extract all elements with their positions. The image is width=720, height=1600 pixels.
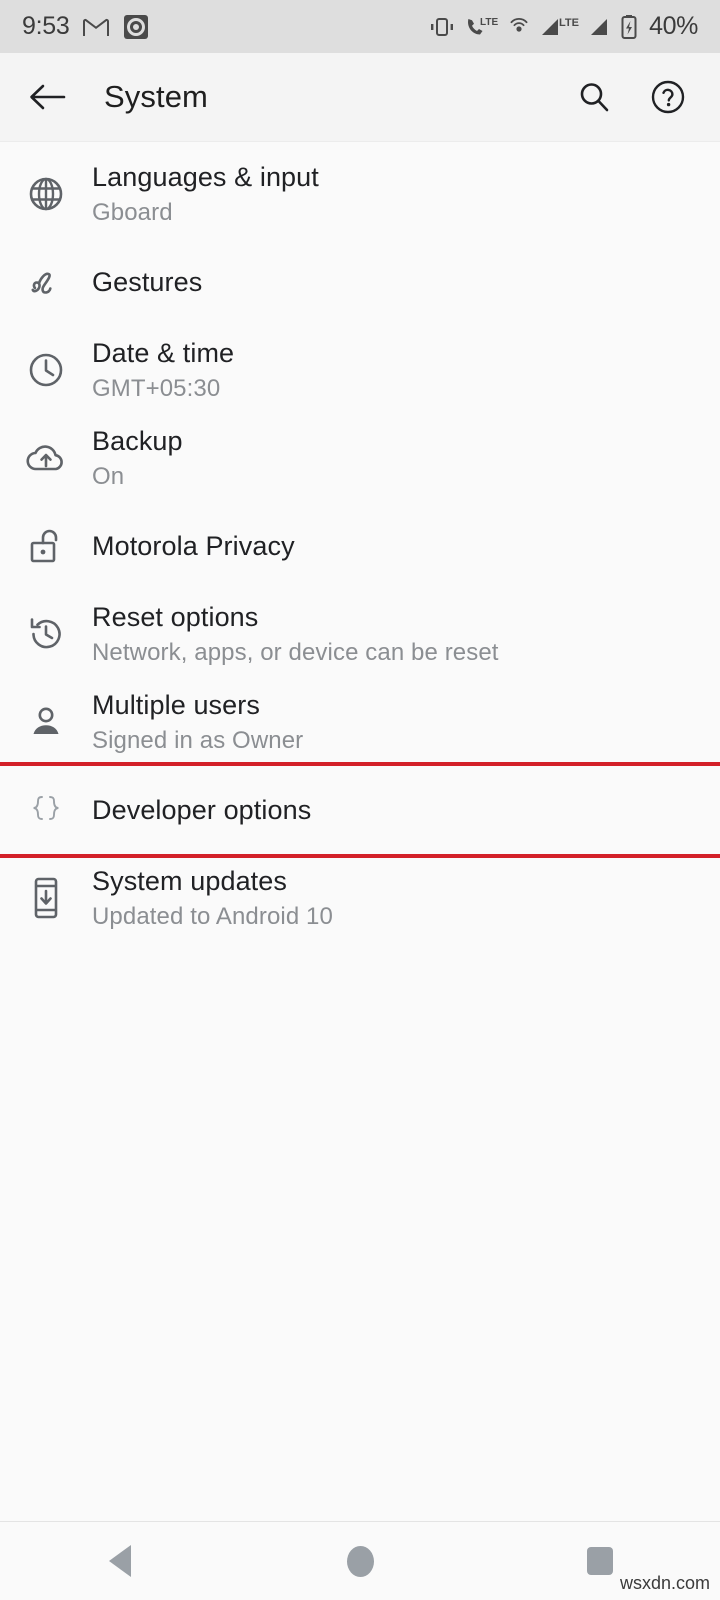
nav-home-icon	[346, 1545, 374, 1577]
phone-lte-icon: LTE	[468, 17, 498, 34]
nav-back-icon	[109, 1545, 131, 1577]
svg-text:LTE: LTE	[480, 17, 498, 28]
list-item-subtitle: Updated to Android 10	[92, 902, 333, 930]
search-button[interactable]	[568, 71, 620, 123]
battery-charging-icon	[621, 14, 637, 39]
app-bar: System	[0, 53, 720, 142]
list-item-title: Date & time	[92, 337, 235, 368]
list-item-text: Reset options Network, apps, or device c…	[92, 600, 696, 669]
list-item-subtitle: Network, apps, or device can be reset	[92, 638, 499, 666]
list-item-subtitle: Gboard	[92, 198, 173, 226]
watermark: wsxdn.com	[619, 1573, 710, 1593]
list-item-text: Languages & input Gboard	[92, 160, 696, 229]
list-item-title: Reset options	[92, 601, 259, 632]
signal-lte-icon: LTE	[542, 17, 579, 35]
list-item-backup[interactable]: Backup On	[0, 414, 720, 502]
status-bar: 9:53 LTE LTE 40%	[0, 0, 720, 53]
list-item-text: Date & time GMT+05:30	[92, 336, 696, 405]
back-button[interactable]	[20, 70, 74, 124]
battery-percent-label: 40%	[649, 12, 698, 40]
list-item-subtitle: GMT+05:30	[92, 374, 221, 402]
person-icon	[0, 703, 92, 741]
help-button[interactable]	[642, 71, 694, 123]
navigation-bar	[0, 1521, 720, 1600]
settings-list: Languages & input Gboard Gestures Date &…	[0, 142, 720, 942]
arrow-back-icon	[30, 84, 66, 110]
list-item-title: Backup	[92, 425, 183, 456]
cloud-upload-icon	[0, 441, 92, 475]
list-item-text: System updates Updated to Android 10	[92, 864, 696, 933]
gmail-icon	[83, 18, 110, 36]
list-item-title: Motorola Privacy	[92, 531, 295, 561]
list-item-title: System updates	[92, 865, 288, 896]
list-item-text: Developer options	[92, 793, 696, 827]
search-icon	[580, 83, 609, 112]
list-item-date-time[interactable]: Date & time GMT+05:30	[0, 326, 720, 414]
clock-icon	[0, 350, 92, 390]
status-clock: 9:53	[22, 12, 70, 40]
list-item-text: Gestures	[92, 265, 696, 299]
system-update-icon	[0, 876, 92, 920]
list-item-subtitle: Signed in as Owner	[92, 726, 304, 754]
status-bar-left: 9:53	[22, 12, 429, 41]
list-item-title: Languages & input	[92, 161, 319, 192]
list-item-system-updates[interactable]: System updates Updated to Android 10	[0, 854, 720, 942]
hotspot-icon	[510, 17, 528, 32]
list-item-motorola-privacy[interactable]: Motorola Privacy	[0, 502, 720, 590]
nav-recents-button[interactable]	[480, 1547, 720, 1575]
signal-icon	[591, 18, 608, 35]
app-bar-actions	[568, 71, 694, 123]
nav-recents-icon	[587, 1547, 613, 1575]
svg-text:LTE: LTE	[559, 17, 579, 29]
list-item-title: Gestures	[92, 267, 203, 297]
list-item-languages-input[interactable]: Languages & input Gboard	[0, 150, 720, 238]
list-item-text: Motorola Privacy	[92, 529, 696, 563]
language-globe-icon	[0, 174, 92, 214]
status-bar-right: LTE LTE 40%	[429, 12, 698, 41]
list-item-multiple-users[interactable]: Multiple users Signed in as Owner	[0, 678, 720, 766]
list-item-subtitle: On	[92, 462, 125, 490]
unlock-icon	[0, 525, 92, 567]
nav-back-button[interactable]	[0, 1545, 240, 1577]
list-item-reset-options[interactable]: Reset options Network, apps, or device c…	[0, 590, 720, 678]
help-circle-icon	[651, 80, 685, 114]
list-item-text: Backup On	[92, 424, 696, 493]
list-item-title: Developer options	[92, 795, 312, 825]
list-item-developer-options[interactable]: Developer options	[0, 766, 720, 854]
vibrate-icon	[431, 17, 454, 36]
page-title: System	[104, 79, 208, 114]
list-item-title: Multiple users	[92, 689, 260, 720]
list-item-text: Multiple users Signed in as Owner	[92, 688, 696, 757]
gestures-icon	[0, 262, 92, 302]
list-item-gestures[interactable]: Gestures	[0, 238, 720, 326]
screen-record-icon	[124, 14, 149, 39]
nav-home-button[interactable]	[240, 1545, 480, 1577]
restore-history-icon	[0, 614, 92, 654]
braces-icon	[0, 792, 92, 828]
